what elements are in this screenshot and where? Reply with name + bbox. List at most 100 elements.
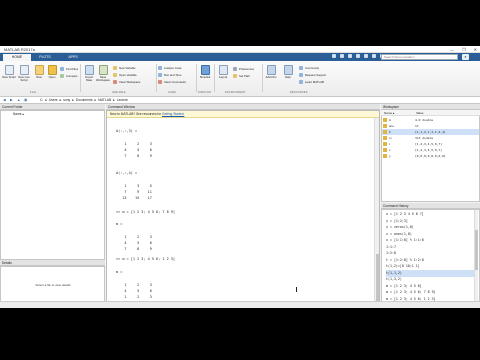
analyze-code-button[interactable]: Analyze Code [158, 66, 181, 70]
undo-icon[interactable] [364, 54, 368, 58]
section-label-resources: RESOURCES [290, 91, 308, 94]
crumb-matlab[interactable]: MATLAB [98, 98, 111, 102]
new-variable-button[interactable]: New Variable [113, 66, 135, 70]
help-icon [283, 65, 293, 75]
learn-matlab-link[interactable]: Learn MATLAB [299, 80, 324, 84]
new-icon [34, 65, 44, 75]
back-arrow-icon[interactable]: ◀ [3, 98, 8, 102]
status-bar [0, 301, 480, 308]
ws-name-column[interactable]: Name ▴ [384, 110, 394, 116]
help-button[interactable]: Help [281, 65, 295, 79]
find-files-icon [60, 67, 64, 71]
community-link[interactable]: Community [299, 66, 319, 70]
section-divider [214, 64, 215, 92]
minimize-button[interactable]: — [450, 47, 454, 52]
address-bar: ◀ ▶ ▲ ▣ C: ▸ Users ▸ sony ▸ Documents ▸ … [0, 97, 480, 104]
open-folder-icon [47, 65, 57, 75]
command-output-line: 1 2 3 [116, 283, 152, 287]
command-output-line: m = [116, 270, 123, 274]
command-output-line: 4 5 6 [116, 289, 152, 293]
window-title: MATLAB R2017a [4, 47, 35, 52]
command-window[interactable]: New to MATLAB? See resources for Getting… [106, 110, 380, 304]
new-script-button[interactable]: New Script [2, 65, 16, 79]
variable-icon [383, 136, 387, 140]
section-label-environment: ENVIRONMENT [225, 91, 246, 94]
clear-commands-icon [158, 80, 162, 84]
command-output-line: 13 15 17 [116, 196, 152, 200]
workspace-column-headers: Name ▴ Value [381, 110, 480, 116]
run-and-time-icon [158, 73, 162, 77]
layout-button[interactable]: Layout [216, 65, 230, 79]
variable-icon [383, 154, 387, 158]
workspace-variable-row[interactable]: y [0,0,0,0,0,0,0,0] [382, 153, 479, 159]
section-label-file: FILE [30, 91, 37, 94]
crumb-lecture[interactable]: Lecture [117, 98, 128, 102]
clear-workspace-icon [113, 80, 117, 84]
getting-started-link[interactable]: Getting Started. [162, 112, 184, 116]
set-path-button[interactable]: Set Path [233, 74, 250, 78]
maximize-button[interactable]: ❐ [462, 47, 466, 52]
tab-plots[interactable]: PLOTS [31, 54, 59, 61]
scroll-thumb[interactable] [376, 254, 379, 303]
variable-icon [383, 148, 387, 152]
redo-icon[interactable] [372, 54, 376, 58]
search-icon[interactable]: ⌕ [462, 54, 469, 60]
command-history-scrollbar[interactable] [474, 210, 478, 302]
command-output-line: m = [116, 222, 123, 226]
variable-value: [0,0,0,0,0,0,0,0] [415, 154, 446, 158]
tab-apps[interactable]: APPS [59, 54, 87, 61]
command-output-line: 4 5 6 [116, 148, 152, 152]
navigation-arrows: ◀ ▶ ▲ ▣ [3, 98, 29, 102]
cut-icon[interactable] [340, 54, 344, 58]
import-data-icon [84, 65, 94, 75]
request-support-link[interactable]: Request Support [299, 73, 326, 77]
forward-arrow-icon[interactable]: ▶ [10, 98, 15, 102]
section-label-simulink: SIMULINK [198, 91, 212, 94]
run-and-time-button[interactable]: Run and Time [158, 73, 181, 77]
getting-started-banner: New to MATLAB? See resources for Getting… [107, 111, 379, 118]
crumb-separator: ▸ [45, 98, 47, 102]
command-window-scrollbar[interactable] [374, 118, 379, 303]
save-icon[interactable] [332, 54, 336, 58]
request-support-icon [299, 73, 303, 77]
clear-commands-button[interactable]: Clear Commands [158, 80, 186, 84]
open-variable-button[interactable]: Open Variable [113, 73, 137, 77]
home-ribbon: New Script New Live Script New Open Find… [0, 61, 480, 97]
import-data-button[interactable]: Import Data [82, 65, 96, 82]
clear-workspace-button[interactable]: Clear Workspace [113, 80, 140, 84]
new-live-script-button[interactable]: New Live Script [17, 65, 31, 82]
tab-home[interactable]: HOME [3, 54, 31, 61]
command-output-line: >> m = [1 2 3; 4 5 6; 1 2 3] [116, 257, 176, 261]
find-files-button[interactable]: Find Files [60, 67, 78, 71]
crumb-documents[interactable]: Documents [76, 98, 93, 102]
preferences-button[interactable]: Preferences [233, 67, 254, 71]
ws-value-column[interactable]: Value [416, 110, 423, 116]
copy-icon[interactable] [348, 54, 352, 58]
add-ons-button[interactable]: Add-Ons [264, 65, 278, 79]
new-live-script-icon [19, 65, 29, 75]
search-documentation-input[interactable]: Search Documentation [381, 54, 458, 60]
paste-icon[interactable] [356, 54, 360, 58]
gear-icon [233, 67, 237, 71]
matlab-window: MATLAB R2017a — ❐ ✕ HOME PLOTS APPS Sear… [0, 46, 480, 308]
crumb-users[interactable]: Users [49, 98, 58, 102]
add-ons-icon [266, 65, 276, 75]
simulink-button[interactable]: Simulink [198, 65, 212, 79]
up-folder-icon[interactable]: ▲ [17, 98, 22, 102]
current-folder-pane: Name ▴ [0, 110, 105, 260]
command-output-line: A(:,:,4) = [116, 171, 138, 175]
new-button[interactable]: New [32, 65, 46, 79]
open-button[interactable]: Open [45, 65, 59, 79]
crumb-drive[interactable]: C: [40, 98, 43, 102]
command-output-line: 4 5 6 [116, 241, 152, 245]
close-button[interactable]: ✕ [474, 47, 477, 52]
compare-button[interactable]: Compare [60, 74, 78, 78]
browse-folder-icon[interactable]: ▣ [24, 98, 29, 102]
scroll-thumb[interactable] [475, 230, 478, 270]
variable-icon [383, 130, 387, 134]
crumb-sony[interactable]: sony [63, 98, 70, 102]
save-workspace-button[interactable]: Save Workspace [96, 65, 110, 82]
name-column-header[interactable]: Name ▴ [13, 112, 24, 116]
crumb-separator: ▸ [94, 98, 97, 102]
command-output-line: 7 8 9 [116, 247, 152, 251]
